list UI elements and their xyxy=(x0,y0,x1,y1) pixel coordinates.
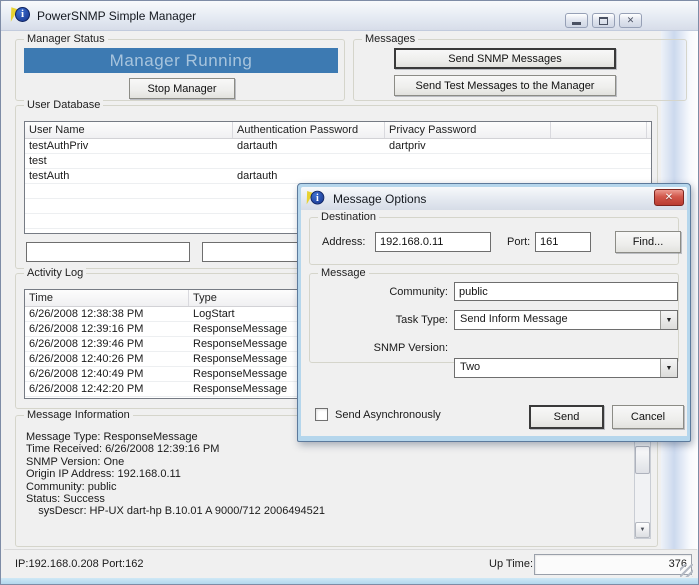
send-asynchronously-label: Send Asynchronously xyxy=(335,409,441,421)
table-row[interactable]: test xyxy=(25,154,651,169)
user-database-header: User NameAuthentication PasswordPrivacy … xyxy=(25,122,651,139)
table-row[interactable]: testAuthPrivdartauthdartpriv xyxy=(25,139,651,154)
table-cell: 6/26/2008 12:39:46 PM xyxy=(25,337,189,351)
messages-group: Messages Send SNMP Messages Send Test Me… xyxy=(353,39,687,101)
port-input[interactable] xyxy=(535,232,591,252)
dialog-titlebar[interactable]: i Message Options xyxy=(301,187,687,210)
close-icon xyxy=(627,16,635,25)
message-group: Message Community: Task Type: Send Infor… xyxy=(309,273,679,363)
powersnmp-icon: i xyxy=(9,7,31,25)
snmp-version-value: Two xyxy=(455,359,677,375)
snmp-version-dropdown[interactable]: Two xyxy=(454,358,678,378)
user-database-group-label: User Database xyxy=(24,99,103,111)
send-asynchronously-checkbox[interactable] xyxy=(315,408,328,421)
table-cell xyxy=(385,169,551,183)
table-cell xyxy=(551,139,647,153)
resize-grip[interactable] xyxy=(680,564,693,577)
community-input[interactable] xyxy=(454,282,678,301)
task-type-value: Send Inform Message xyxy=(455,311,677,327)
message-info-line: Status: Success xyxy=(26,493,621,505)
column-header[interactable] xyxy=(551,122,647,138)
find-button[interactable]: Find... xyxy=(615,231,681,253)
table-cell: dartauth xyxy=(233,139,385,153)
send-test-messages-button[interactable]: Send Test Messages to the Manager xyxy=(394,75,616,96)
table-cell xyxy=(25,214,233,228)
window-title: PowerSNMP Simple Manager xyxy=(37,9,196,23)
manager-status-group: Manager Status Manager Running Stop Mana… xyxy=(15,39,345,101)
community-label: Community: xyxy=(330,286,448,298)
chevron-down-icon[interactable] xyxy=(660,359,677,377)
table-cell: dartauth xyxy=(233,169,385,183)
table-cell: 6/26/2008 12:40:49 PM xyxy=(25,367,189,381)
status-bar: IP:192.168.0.208 Port:162 Up Time: 376 xyxy=(4,549,697,578)
maximize-button[interactable] xyxy=(592,13,615,28)
message-info-line: Time Received: 6/26/2008 12:39:16 PM xyxy=(26,443,621,455)
message-info-line: Community: public xyxy=(26,481,621,493)
chevron-down-icon[interactable] xyxy=(660,311,677,329)
destination-group-label: Destination xyxy=(318,211,379,223)
scrollbar-thumb[interactable] xyxy=(635,446,650,474)
table-cell xyxy=(233,154,385,168)
table-cell: test xyxy=(25,154,233,168)
minimize-icon xyxy=(572,22,581,25)
address-label: Address: xyxy=(322,236,365,248)
message-information-scrollbar[interactable] xyxy=(634,425,651,539)
status-ip-text: IP:192.168.0.208 Port:162 xyxy=(15,558,143,570)
column-header[interactable]: Authentication Password xyxy=(233,122,385,138)
messages-group-label: Messages xyxy=(362,33,418,45)
uptime-field[interactable]: 376 xyxy=(534,554,692,575)
main-titlebar[interactable]: i PowerSNMP Simple Manager xyxy=(1,1,699,31)
maximize-icon xyxy=(599,17,608,25)
table-cell: 6/26/2008 12:39:16 PM xyxy=(25,322,189,336)
uptime-label: Up Time: xyxy=(489,558,533,570)
user-database-input-1[interactable] xyxy=(26,242,190,262)
column-header[interactable]: Privacy Password xyxy=(385,122,551,138)
activity-log-group-label: Activity Log xyxy=(24,267,86,279)
close-button[interactable] xyxy=(619,13,642,28)
column-header[interactable]: Time xyxy=(25,290,189,306)
send-button[interactable]: Send xyxy=(529,405,604,429)
port-label: Port: xyxy=(507,236,530,248)
task-type-label: Task Type: xyxy=(330,314,448,326)
scroll-down-icon[interactable] xyxy=(635,522,650,538)
dialog-close-button[interactable] xyxy=(654,189,684,206)
message-group-label: Message xyxy=(318,267,369,279)
table-cell: 6/26/2008 12:38:38 PM xyxy=(25,307,189,321)
dialog-title: Message Options xyxy=(333,192,426,206)
manager-status-group-label: Manager Status xyxy=(24,33,108,45)
message-options-dialog: i Message Options Destination Address: P… xyxy=(297,183,691,442)
minimize-button[interactable] xyxy=(565,13,588,28)
table-cell: 6/26/2008 12:42:20 PM xyxy=(25,382,189,396)
table-row[interactable]: testAuthdartauth xyxy=(25,169,651,184)
table-cell: testAuth xyxy=(25,169,233,183)
message-info-line: sysDescr: HP-UX dart-hp B.10.01 A 9000/7… xyxy=(26,505,621,517)
task-type-dropdown[interactable]: Send Inform Message xyxy=(454,310,678,330)
address-input[interactable] xyxy=(375,232,491,252)
window-bottom-frame xyxy=(1,578,699,585)
message-info-line: Origin IP Address: 192.168.0.11 xyxy=(26,468,621,480)
table-cell: 6/26/2008 12:40:26 PM xyxy=(25,352,189,366)
table-cell: testAuthPriv xyxy=(25,139,233,153)
manager-running-banner: Manager Running xyxy=(24,48,338,73)
table-cell xyxy=(551,169,647,183)
destination-group: Destination Address: Port: Find... xyxy=(309,217,679,265)
snmp-version-label: SNMP Version: xyxy=(330,342,448,354)
table-cell xyxy=(25,184,233,198)
table-cell xyxy=(551,154,647,168)
stop-manager-button[interactable]: Stop Manager xyxy=(129,78,235,99)
main-window: i PowerSNMP Simple Manager Manager Statu… xyxy=(0,0,699,585)
powersnmp-icon: i xyxy=(305,190,325,207)
table-cell xyxy=(25,199,233,213)
message-information-text: Message Type: ResponseMessageTime Receiv… xyxy=(26,431,621,518)
send-snmp-messages-button[interactable]: Send SNMP Messages xyxy=(394,48,616,69)
message-info-line: SNMP Version: One xyxy=(26,456,621,468)
message-information-group-label: Message Information xyxy=(24,409,133,421)
cancel-button[interactable]: Cancel xyxy=(612,405,684,429)
table-cell xyxy=(385,154,551,168)
column-header[interactable]: User Name xyxy=(25,122,233,138)
table-cell: dartpriv xyxy=(385,139,551,153)
